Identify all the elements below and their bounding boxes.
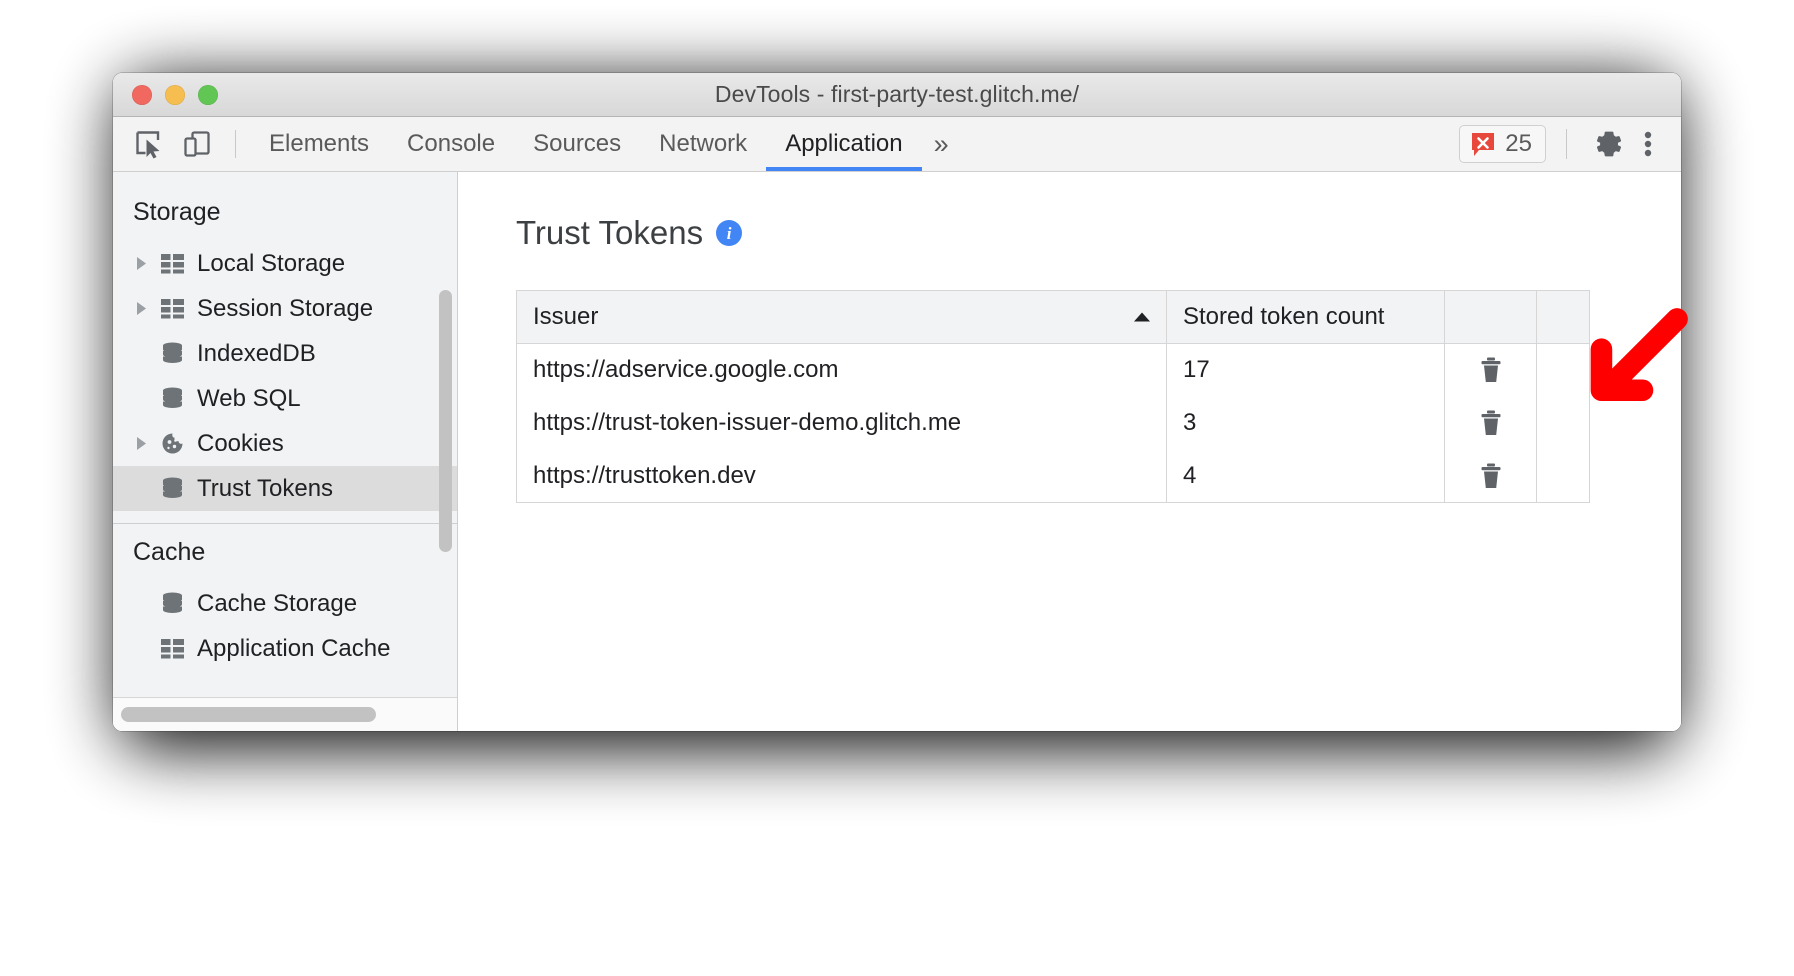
sidebar-item-label: Web SQL bbox=[197, 385, 301, 413]
cell-spacer bbox=[1537, 344, 1590, 397]
table-body: https://adservice.google.com 17 bbox=[517, 344, 1590, 503]
traffic-lights bbox=[132, 85, 218, 105]
devtools-body: Storage bbox=[113, 172, 1681, 731]
sidebar-horizontal-scrollbar-thumb[interactable] bbox=[121, 707, 376, 722]
sidebar-item-label: Trust Tokens bbox=[197, 475, 333, 503]
database-icon bbox=[157, 591, 187, 616]
tab-strip: Elements Console Sources Network Applica… bbox=[250, 117, 922, 171]
database-icon bbox=[157, 476, 187, 501]
tab-label: Application bbox=[785, 130, 902, 158]
cell-issuer: https://trust-token-issuer-demo.glitch.m… bbox=[517, 397, 1167, 450]
window-title: DevTools - first-party-test.glitch.me/ bbox=[113, 81, 1681, 108]
table-grid-icon bbox=[157, 251, 187, 276]
cell-issuer: https://trusttoken.dev bbox=[517, 450, 1167, 503]
sidebar-section-cache-title: Cache bbox=[113, 524, 457, 581]
cell-issuer: https://adservice.google.com bbox=[517, 344, 1167, 397]
sidebar-item-application-cache[interactable]: Application Cache bbox=[113, 626, 457, 671]
sidebar-scroll-area: Storage bbox=[113, 172, 457, 697]
tab-label: Network bbox=[659, 130, 747, 158]
sidebar-item-local-storage[interactable]: Local Storage bbox=[113, 241, 457, 286]
sidebar-item-label: Cache Storage bbox=[197, 590, 357, 618]
chevron-right-icon[interactable] bbox=[135, 301, 157, 316]
database-icon bbox=[157, 386, 187, 411]
column-header-spacer bbox=[1537, 291, 1590, 344]
trust-tokens-table: Issuer Stored token count http bbox=[516, 290, 1590, 503]
tab-console[interactable]: Console bbox=[388, 117, 514, 171]
tab-sources[interactable]: Sources bbox=[514, 117, 640, 171]
devtools-toolbar: Elements Console Sources Network Applica… bbox=[113, 117, 1681, 172]
gear-icon[interactable] bbox=[1587, 122, 1631, 166]
table-grid-icon bbox=[157, 296, 187, 321]
sidebar-item-indexeddb[interactable]: IndexedDB bbox=[113, 331, 457, 376]
cell-spacer bbox=[1537, 397, 1590, 450]
window-titlebar: DevTools - first-party-test.glitch.me/ bbox=[113, 73, 1681, 117]
inspect-element-icon[interactable] bbox=[125, 117, 173, 171]
trash-icon[interactable] bbox=[1469, 454, 1513, 498]
column-header-label: Issuer bbox=[533, 303, 598, 330]
sidebar-item-label: IndexedDB bbox=[197, 340, 316, 368]
trash-icon[interactable] bbox=[1469, 348, 1513, 392]
tab-label: Elements bbox=[269, 130, 369, 158]
toolbar-divider bbox=[235, 130, 236, 158]
error-count-label: 25 bbox=[1505, 130, 1532, 158]
more-tabs-chevron-icon[interactable]: » bbox=[922, 117, 963, 171]
panel-heading: Trust Tokens i bbox=[516, 214, 1681, 252]
table-row[interactable]: https://adservice.google.com 17 bbox=[517, 344, 1590, 397]
column-header-stored-token-count[interactable]: Stored token count bbox=[1167, 291, 1445, 344]
tab-label: Sources bbox=[533, 130, 621, 158]
trash-icon[interactable] bbox=[1469, 401, 1513, 445]
tab-label: Console bbox=[407, 130, 495, 158]
column-header-delete bbox=[1445, 291, 1537, 344]
cell-delete bbox=[1445, 344, 1537, 397]
database-icon bbox=[157, 341, 187, 366]
sidebar-item-label: Local Storage bbox=[197, 250, 345, 278]
table-header-row: Issuer Stored token count bbox=[517, 291, 1590, 344]
table-row[interactable]: https://trust-token-issuer-demo.glitch.m… bbox=[517, 397, 1590, 450]
sidebar-section-storage-title: Storage bbox=[113, 184, 457, 241]
cookie-icon bbox=[157, 431, 187, 456]
toolbar-right-group: 25 bbox=[1459, 117, 1681, 171]
sidebar-item-cookies[interactable]: Cookies bbox=[113, 421, 457, 466]
trust-tokens-panel: Trust Tokens i Issuer Stored token count bbox=[458, 172, 1681, 731]
storage-sidebar: Storage bbox=[113, 172, 458, 731]
page-title: Trust Tokens bbox=[516, 214, 703, 252]
sidebar-horizontal-scrollbar-track[interactable] bbox=[113, 697, 457, 731]
chevron-right-icon[interactable] bbox=[135, 436, 157, 451]
table-grid-icon bbox=[157, 636, 187, 661]
screenshot-stage: DevTools - first-party-test.glitch.me/ bbox=[0, 0, 1794, 976]
info-icon[interactable]: i bbox=[716, 220, 742, 246]
sort-ascending-icon bbox=[1134, 313, 1150, 322]
more-vertical-icon[interactable] bbox=[1631, 122, 1665, 166]
maximize-button[interactable] bbox=[198, 85, 218, 105]
cell-token-count: 4 bbox=[1167, 450, 1445, 503]
sidebar-vertical-scrollbar[interactable] bbox=[439, 290, 452, 552]
sidebar-item-label: Cookies bbox=[197, 430, 284, 458]
sidebar-item-web-sql[interactable]: Web SQL bbox=[113, 376, 457, 421]
cell-delete bbox=[1445, 450, 1537, 503]
tab-elements[interactable]: Elements bbox=[250, 117, 388, 171]
cell-spacer bbox=[1537, 450, 1590, 503]
tab-application[interactable]: Application bbox=[766, 117, 921, 171]
cell-token-count: 17 bbox=[1167, 344, 1445, 397]
table-header: Issuer Stored token count bbox=[517, 291, 1590, 344]
close-button[interactable] bbox=[132, 85, 152, 105]
cell-delete bbox=[1445, 397, 1537, 450]
devtools-window: DevTools - first-party-test.glitch.me/ bbox=[113, 73, 1681, 731]
sidebar-item-session-storage[interactable]: Session Storage bbox=[113, 286, 457, 331]
chevron-right-icon[interactable] bbox=[135, 256, 157, 271]
device-toolbar-icon[interactable] bbox=[173, 117, 221, 171]
table-row[interactable]: https://trusttoken.dev 4 bbox=[517, 450, 1590, 503]
column-header-issuer[interactable]: Issuer bbox=[517, 291, 1167, 344]
sidebar-item-cache-storage[interactable]: Cache Storage bbox=[113, 581, 457, 626]
toolbar-divider-right bbox=[1566, 129, 1567, 159]
sidebar-item-label: Session Storage bbox=[197, 295, 373, 323]
minimize-button[interactable] bbox=[165, 85, 185, 105]
sidebar-item-trust-tokens[interactable]: Trust Tokens bbox=[113, 466, 457, 511]
tab-network[interactable]: Network bbox=[640, 117, 766, 171]
sidebar-item-label: Application Cache bbox=[197, 635, 390, 663]
cell-token-count: 3 bbox=[1167, 397, 1445, 450]
error-bubble-icon bbox=[1470, 131, 1496, 157]
column-header-label: Stored token count bbox=[1183, 303, 1384, 330]
error-count-badge[interactable]: 25 bbox=[1459, 125, 1546, 163]
